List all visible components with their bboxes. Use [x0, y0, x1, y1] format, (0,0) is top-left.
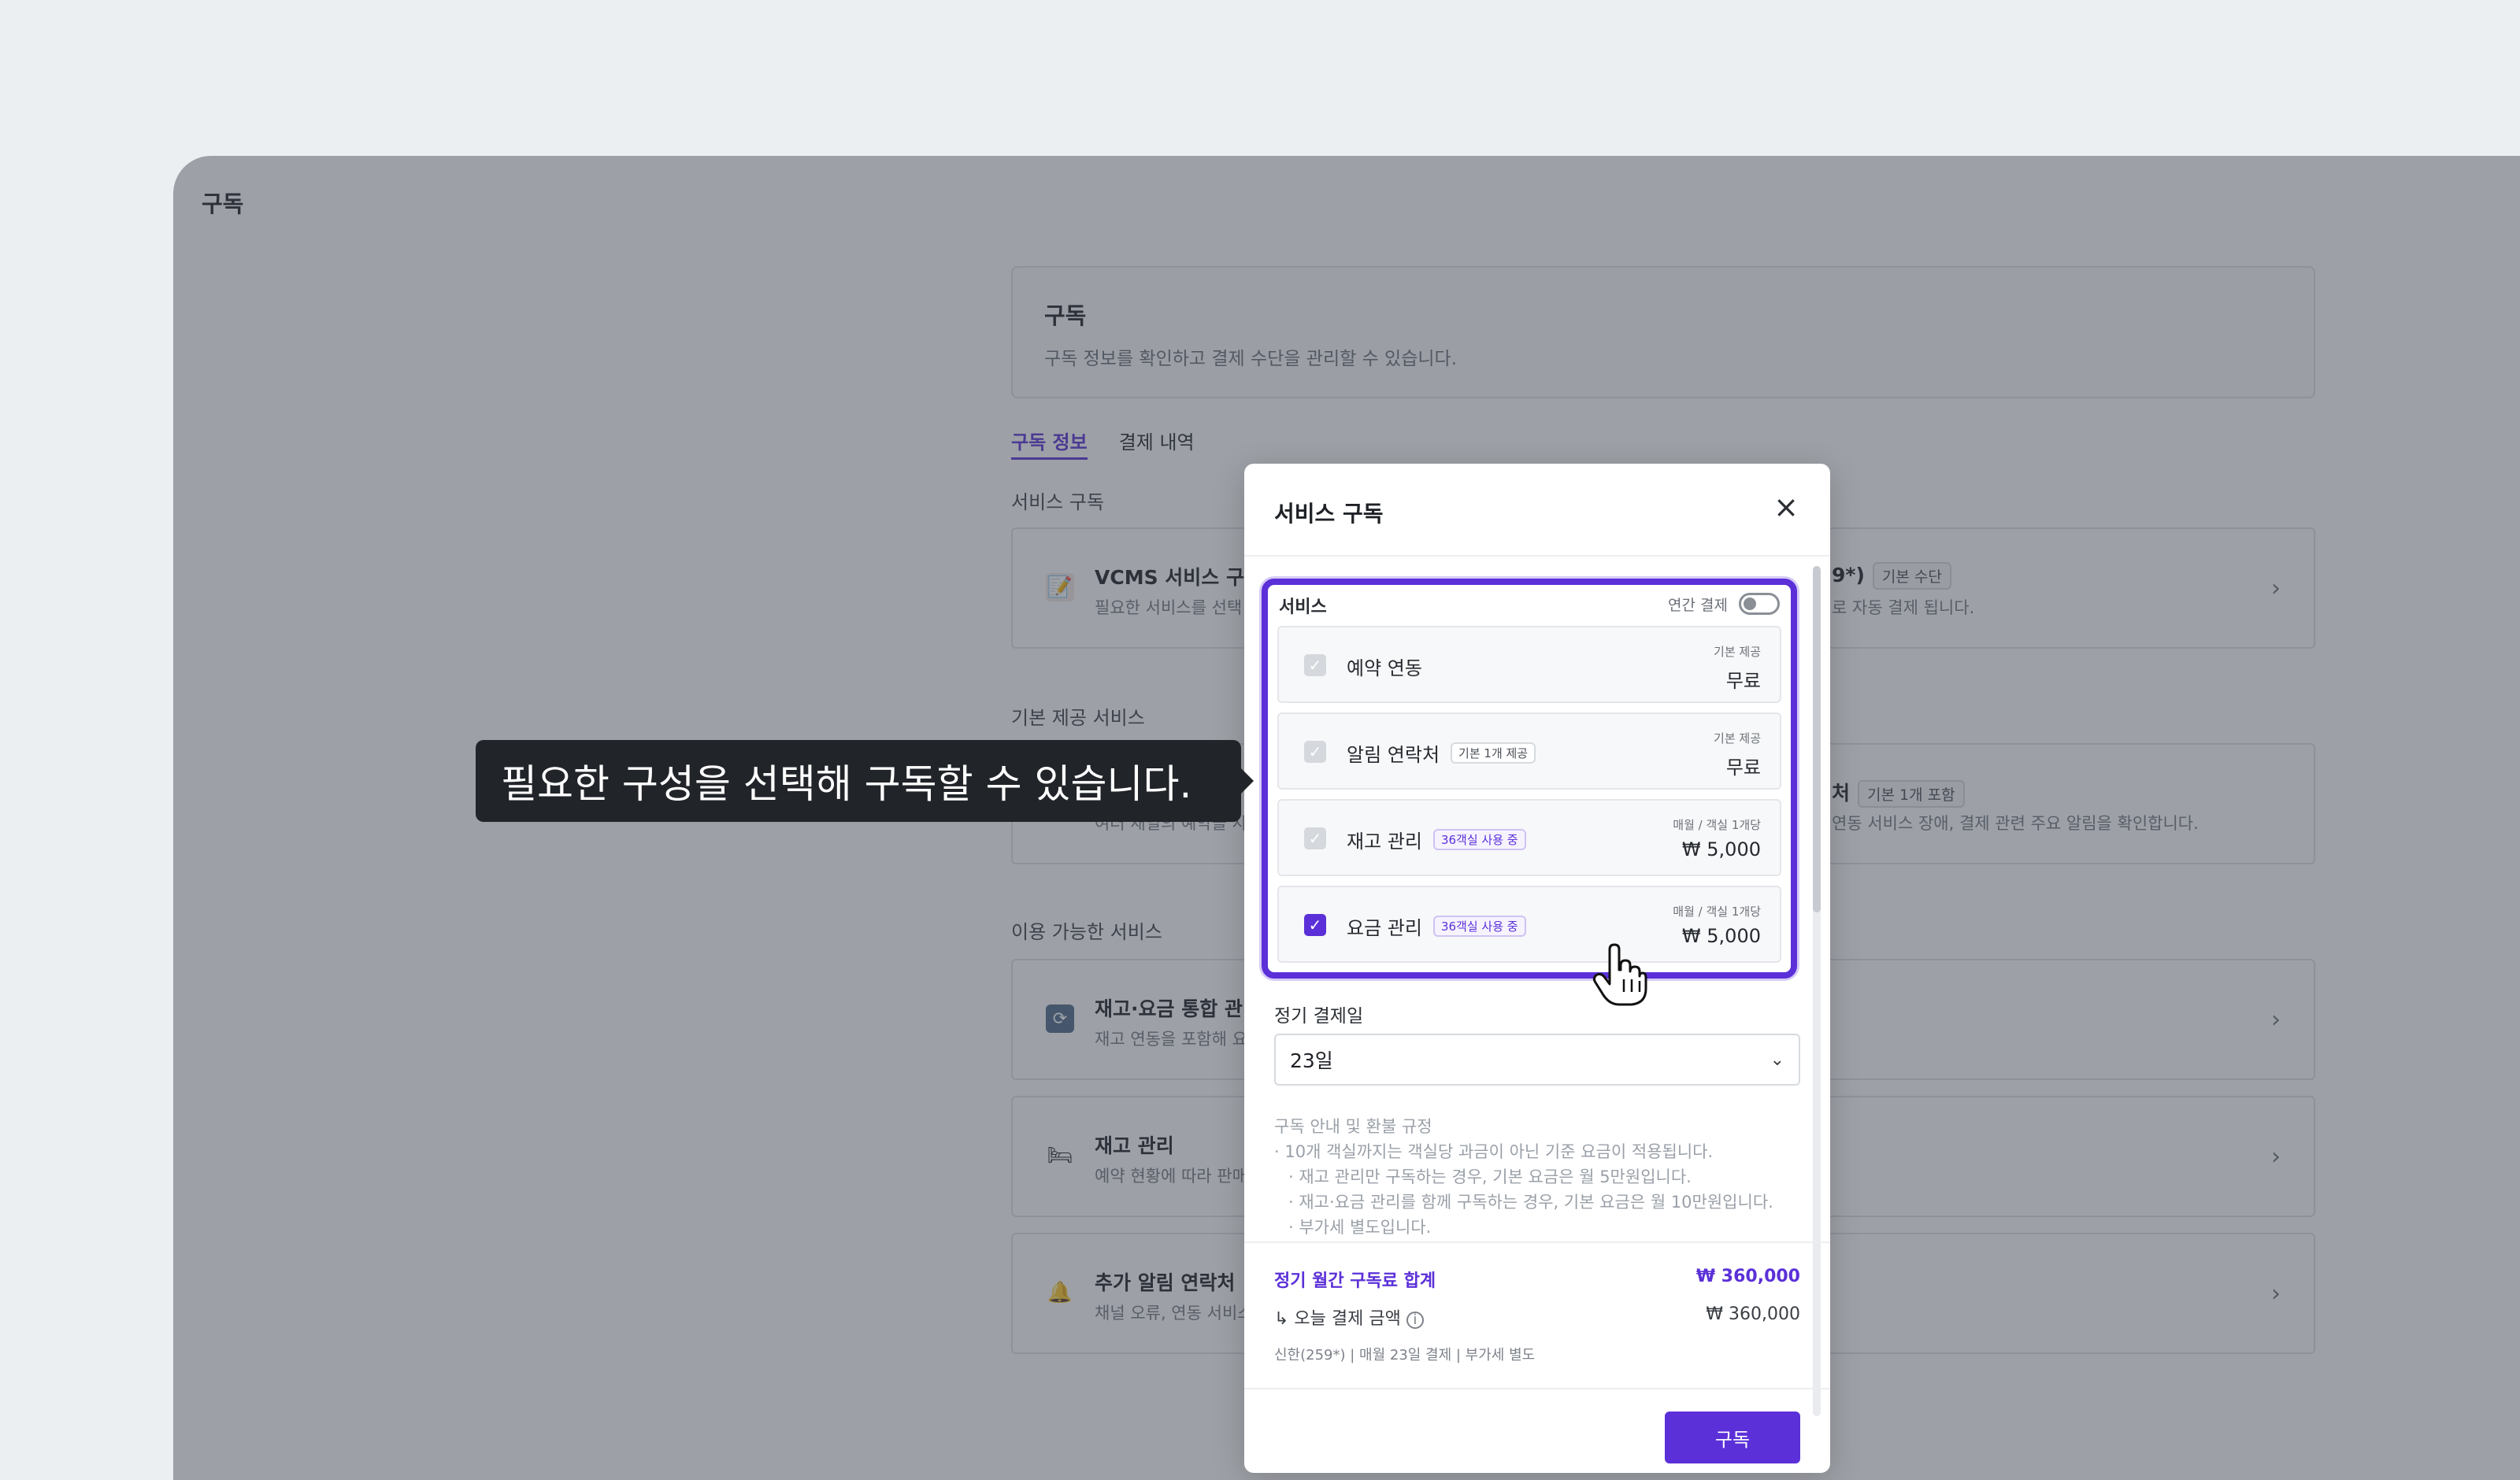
service-meta: 매월 / 객실 1개당 [1673, 818, 1761, 832]
payment-footnote: 신한(259*) | 매월 23일 결제 | 부가세 별도 [1274, 1347, 1536, 1363]
service-price: ₩ 5,000 [1681, 838, 1761, 860]
service-price: 무료 [1725, 670, 1761, 692]
modal-footer: 구독 [1244, 1388, 1830, 1473]
monthly-total-value: ₩ 360,000 [1695, 1267, 1800, 1286]
service-tag: 36객실 사용 중 [1432, 916, 1526, 937]
service-name-group: 요금 관리 36객실 사용 중 [1347, 912, 1526, 940]
billing-day-label: 정기 결제일 [1274, 1006, 1364, 1027]
subscription-notice: 구독 안내 및 환불 규정 · 10개 객실까지는 객실당 과금이 아닌 기준 … [1274, 1114, 1810, 1240]
services-label: 서비스 [1279, 598, 1327, 617]
service-row-inventory[interactable]: ✓ 재고 관리 36객실 사용 중 매월 / 객실 1개당 ₩ 5,000 [1277, 799, 1781, 876]
checkbox-alert-contact[interactable]: ✓ [1304, 741, 1326, 763]
monthly-total-row: 정기 월간 구독료 합계 ₩ 360,000 [1274, 1267, 1800, 1292]
payment-summary: 정기 월간 구독료 합계 ₩ 360,000 ↳ 오늘 결제 금액 i ₩ 36… [1244, 1241, 1830, 1388]
monthly-total-label: 정기 월간 구독료 합계 [1274, 1271, 1436, 1291]
notice-line: · 10개 객실까지는 객실당 과금이 아닌 기준 요금이 적용됩니다. [1274, 1142, 1714, 1161]
scrollbar-thumb[interactable] [1813, 566, 1821, 912]
guide-tooltip: 필요한 구성을 선택해 구독할 수 있습니다. [476, 740, 1254, 822]
checkbox-reservation[interactable]: ✓ [1304, 654, 1326, 676]
service-name-group: 알림 연락처 기본 1개 제공 [1347, 739, 1536, 767]
service-subscription-modal: 서비스 구독 × 서비스 연간 결제 ✓ 예약 연동 기본 제공 무료 ✓ 알림… [1244, 464, 1830, 1473]
today-payment-value: ₩ 360,000 [1706, 1304, 1800, 1324]
service-name: 예약 연동 [1347, 657, 1422, 679]
notice-line: · 부가세 별도입니다. [1288, 1218, 1432, 1237]
service-name-group: 재고 관리 36객실 사용 중 [1347, 826, 1526, 853]
service-row-rate[interactable]: ✓ 요금 관리 36객실 사용 중 매월 / 객실 1개당 ₩ 5,000 [1277, 886, 1781, 963]
service-price: ₩ 5,000 [1681, 925, 1761, 947]
service-price: 무료 [1725, 757, 1761, 779]
billing-day-select[interactable]: 23일 ⌄ [1274, 1034, 1800, 1086]
billing-day-value: 23일 [1290, 1049, 1333, 1072]
close-icon[interactable]: × [1772, 492, 1800, 522]
notice-line: · 재고·요금 관리를 함께 구독하는 경우, 기본 요금은 월 10만원입니다… [1288, 1193, 1773, 1212]
service-selection-box: 서비스 연간 결제 ✓ 예약 연동 기본 제공 무료 ✓ 알림 연락처 기본 1개… [1262, 579, 1797, 979]
annual-payment-label: 연간 결제 [1668, 596, 1728, 614]
chevron-down-icon: ⌄ [1770, 1049, 1784, 1070]
service-row-alert-contact[interactable]: ✓ 알림 연락처 기본 1개 제공 기본 제공 무료 [1277, 712, 1781, 790]
service-meta: 기본 제공 [1714, 645, 1761, 659]
notice-line: · 재고 관리만 구독하는 경우, 기본 요금은 월 5만원입니다. [1288, 1167, 1692, 1186]
service-tag: 기본 1개 제공 [1451, 742, 1536, 764]
hand-cursor-icon [1592, 943, 1647, 1006]
annual-payment-toggle[interactable] [1739, 593, 1780, 615]
modal-header: 서비스 구독 × [1244, 464, 1830, 557]
today-payment-row: ↳ 오늘 결제 금액 i ₩ 360,000 [1274, 1304, 1800, 1330]
service-row-reservation[interactable]: ✓ 예약 연동 기본 제공 무료 [1277, 626, 1781, 703]
notice-title: 구독 안내 및 환불 규정 [1274, 1117, 1432, 1136]
service-tag: 36객실 사용 중 [1432, 829, 1526, 850]
service-meta: 매월 / 객실 1개당 [1673, 905, 1761, 919]
annual-payment-toggle-group: 연간 결제 [1668, 593, 1780, 615]
modal-title: 서비스 구독 [1274, 501, 1384, 527]
service-meta: 기본 제공 [1714, 731, 1761, 746]
today-payment-label-group: ↳ 오늘 결제 금액 i [1274, 1304, 1424, 1330]
subscribe-button[interactable]: 구독 [1665, 1412, 1800, 1463]
checkbox-rate[interactable]: ✓ [1304, 914, 1326, 936]
checkbox-inventory[interactable]: ✓ [1304, 827, 1326, 849]
info-icon[interactable]: i [1406, 1312, 1424, 1329]
